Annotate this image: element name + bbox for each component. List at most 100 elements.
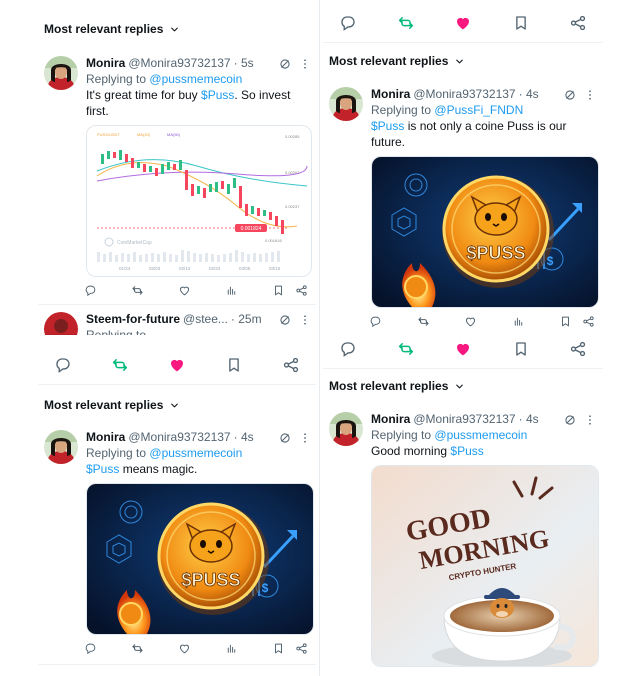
like-icon[interactable] — [464, 315, 477, 331]
like-icon[interactable] — [454, 340, 472, 363]
section-header-label: Most relevant replies — [44, 22, 164, 36]
reply-icon[interactable] — [369, 315, 382, 331]
author-name[interactable]: Monira — [371, 87, 410, 102]
cashtag-link[interactable]: $Puss — [450, 444, 483, 458]
like-icon[interactable] — [178, 284, 191, 300]
like-icon[interactable] — [178, 642, 191, 658]
reply-post[interactable]: Monira @Monira93732137 · 4s Replying to … — [44, 430, 314, 635]
grok-icon[interactable] — [563, 88, 577, 102]
avatar[interactable] — [329, 87, 363, 121]
bookmark-icon[interactable] — [272, 284, 285, 300]
section-header-label: Most relevant replies — [329, 379, 449, 393]
chart-image[interactable]: PUSS/USDT MA(20) MA(50) 0.00285 0.00261 … — [86, 125, 312, 277]
replying-to-link[interactable]: @pussmemecoin — [149, 72, 242, 86]
price-label: 0.00237 — [285, 204, 300, 209]
share-icon[interactable] — [569, 14, 587, 37]
author-name[interactable]: Monira — [371, 412, 410, 427]
reply-icon[interactable] — [54, 356, 72, 379]
coin-image[interactable]: $PUSS — [86, 483, 314, 635]
reply-icon[interactable] — [84, 642, 97, 658]
bookmark-icon[interactable] — [512, 340, 530, 363]
reply-post[interactable]: Monira @Monira93732137 · 4s Replying to … — [329, 87, 599, 308]
author-name[interactable]: Monira — [86, 56, 125, 71]
avatar[interactable] — [44, 312, 78, 335]
price-chart: PUSS/USDT MA(20) MA(50) 0.00285 0.00261 … — [96, 132, 308, 271]
author-handle[interactable]: @Monira93732137 — [128, 430, 230, 445]
bookmark-icon[interactable] — [272, 642, 285, 658]
reply-icon[interactable] — [339, 14, 357, 37]
grok-icon[interactable] — [278, 57, 292, 71]
share-icon[interactable] — [295, 642, 308, 658]
avatar[interactable] — [44, 430, 78, 464]
section-header[interactable]: Most relevant replies — [44, 398, 180, 412]
more-icon[interactable] — [298, 431, 312, 445]
section-header[interactable]: Most relevant replies — [329, 54, 465, 68]
coin-label: $PUSS — [181, 570, 240, 590]
coin-image[interactable]: $PUSS — [371, 156, 599, 308]
section-header[interactable]: Most relevant replies — [44, 22, 180, 36]
section-header-label: Most relevant replies — [44, 398, 164, 412]
author-handle[interactable]: @Monira93732137 — [128, 56, 230, 71]
grok-icon[interactable] — [278, 431, 292, 445]
more-icon[interactable] — [298, 313, 312, 327]
replying-to-link[interactable]: @pussmemecoin — [434, 428, 527, 442]
panel-reply-puss-future: Most relevant replies Monira @Monira9373… — [323, 0, 603, 336]
avatar[interactable] — [44, 56, 78, 90]
action-bar-large — [339, 14, 587, 37]
bookmark-icon[interactable] — [225, 356, 243, 379]
coin-label: $PUSS — [466, 243, 525, 263]
good-morning-image[interactable]: GOOD MORNING CRYPTO HUNTER — [371, 465, 599, 667]
author-name[interactable]: Steem-for-future — [86, 312, 180, 327]
repost-icon[interactable] — [111, 356, 129, 379]
repost-icon[interactable] — [397, 14, 415, 37]
chevron-down-icon — [454, 381, 465, 392]
chevron-down-icon — [169, 24, 180, 35]
post-time[interactable]: · 4s — [519, 412, 539, 427]
reply-post[interactable]: Steem-for-future @stee... · 25m Replying… — [44, 312, 312, 335]
more-icon[interactable] — [298, 57, 312, 71]
views-icon[interactable] — [512, 315, 525, 331]
cashtag-link[interactable]: $Puss — [201, 88, 234, 102]
bookmark-icon[interactable] — [512, 14, 530, 37]
bookmark-icon[interactable] — [559, 315, 572, 331]
post-time[interactable]: · 4s — [234, 430, 254, 445]
share-icon[interactable] — [295, 284, 308, 300]
author-handle[interactable]: @Monira93732137 — [413, 87, 515, 102]
more-icon[interactable] — [583, 88, 597, 102]
cashtag-link[interactable]: $Puss — [371, 119, 404, 133]
author-handle[interactable]: @Monira93732137 — [413, 412, 515, 427]
avatar[interactable] — [329, 412, 363, 446]
x-tick: 03/05 — [239, 266, 251, 271]
replying-to-link[interactable]: @PussFi_FNDN — [434, 103, 523, 117]
post-time[interactable]: · 5s — [234, 56, 254, 71]
reply-icon[interactable] — [84, 284, 97, 300]
chevron-down-icon — [454, 56, 465, 67]
share-icon[interactable] — [282, 356, 300, 379]
views-icon[interactable] — [225, 642, 238, 658]
reply-post[interactable]: Monira @Monira93732137 · 4s Replying to … — [329, 412, 599, 667]
share-icon[interactable] — [569, 340, 587, 363]
repost-icon[interactable] — [397, 340, 415, 363]
reply-post[interactable]: Monira @Monira93732137 · 5s Replying to … — [44, 56, 312, 277]
post-text-part: It's great time for buy — [86, 88, 202, 102]
grok-icon[interactable] — [278, 313, 292, 327]
x-tick: 02/23 — [209, 266, 221, 271]
like-icon[interactable] — [168, 356, 186, 379]
reply-icon[interactable] — [339, 340, 357, 363]
repost-icon[interactable] — [131, 284, 144, 300]
cashtag-link[interactable]: $Puss — [86, 462, 119, 476]
grok-icon[interactable] — [563, 413, 577, 427]
repost-icon[interactable] — [131, 642, 144, 658]
author-handle[interactable]: @stee... — [183, 312, 228, 327]
author-name[interactable]: Monira — [86, 430, 125, 445]
post-time[interactable]: · 4s — [519, 87, 539, 102]
more-icon[interactable] — [583, 413, 597, 427]
views-icon[interactable] — [225, 284, 238, 300]
like-icon[interactable] — [454, 14, 472, 37]
post-time[interactable]: · 25m — [231, 312, 262, 327]
share-icon[interactable] — [582, 315, 595, 331]
replying-to-label: Replying to — [86, 328, 147, 335]
replying-to-link[interactable]: @pussmemecoin — [149, 446, 242, 460]
section-header[interactable]: Most relevant replies — [329, 379, 465, 393]
repost-icon[interactable] — [417, 315, 430, 331]
